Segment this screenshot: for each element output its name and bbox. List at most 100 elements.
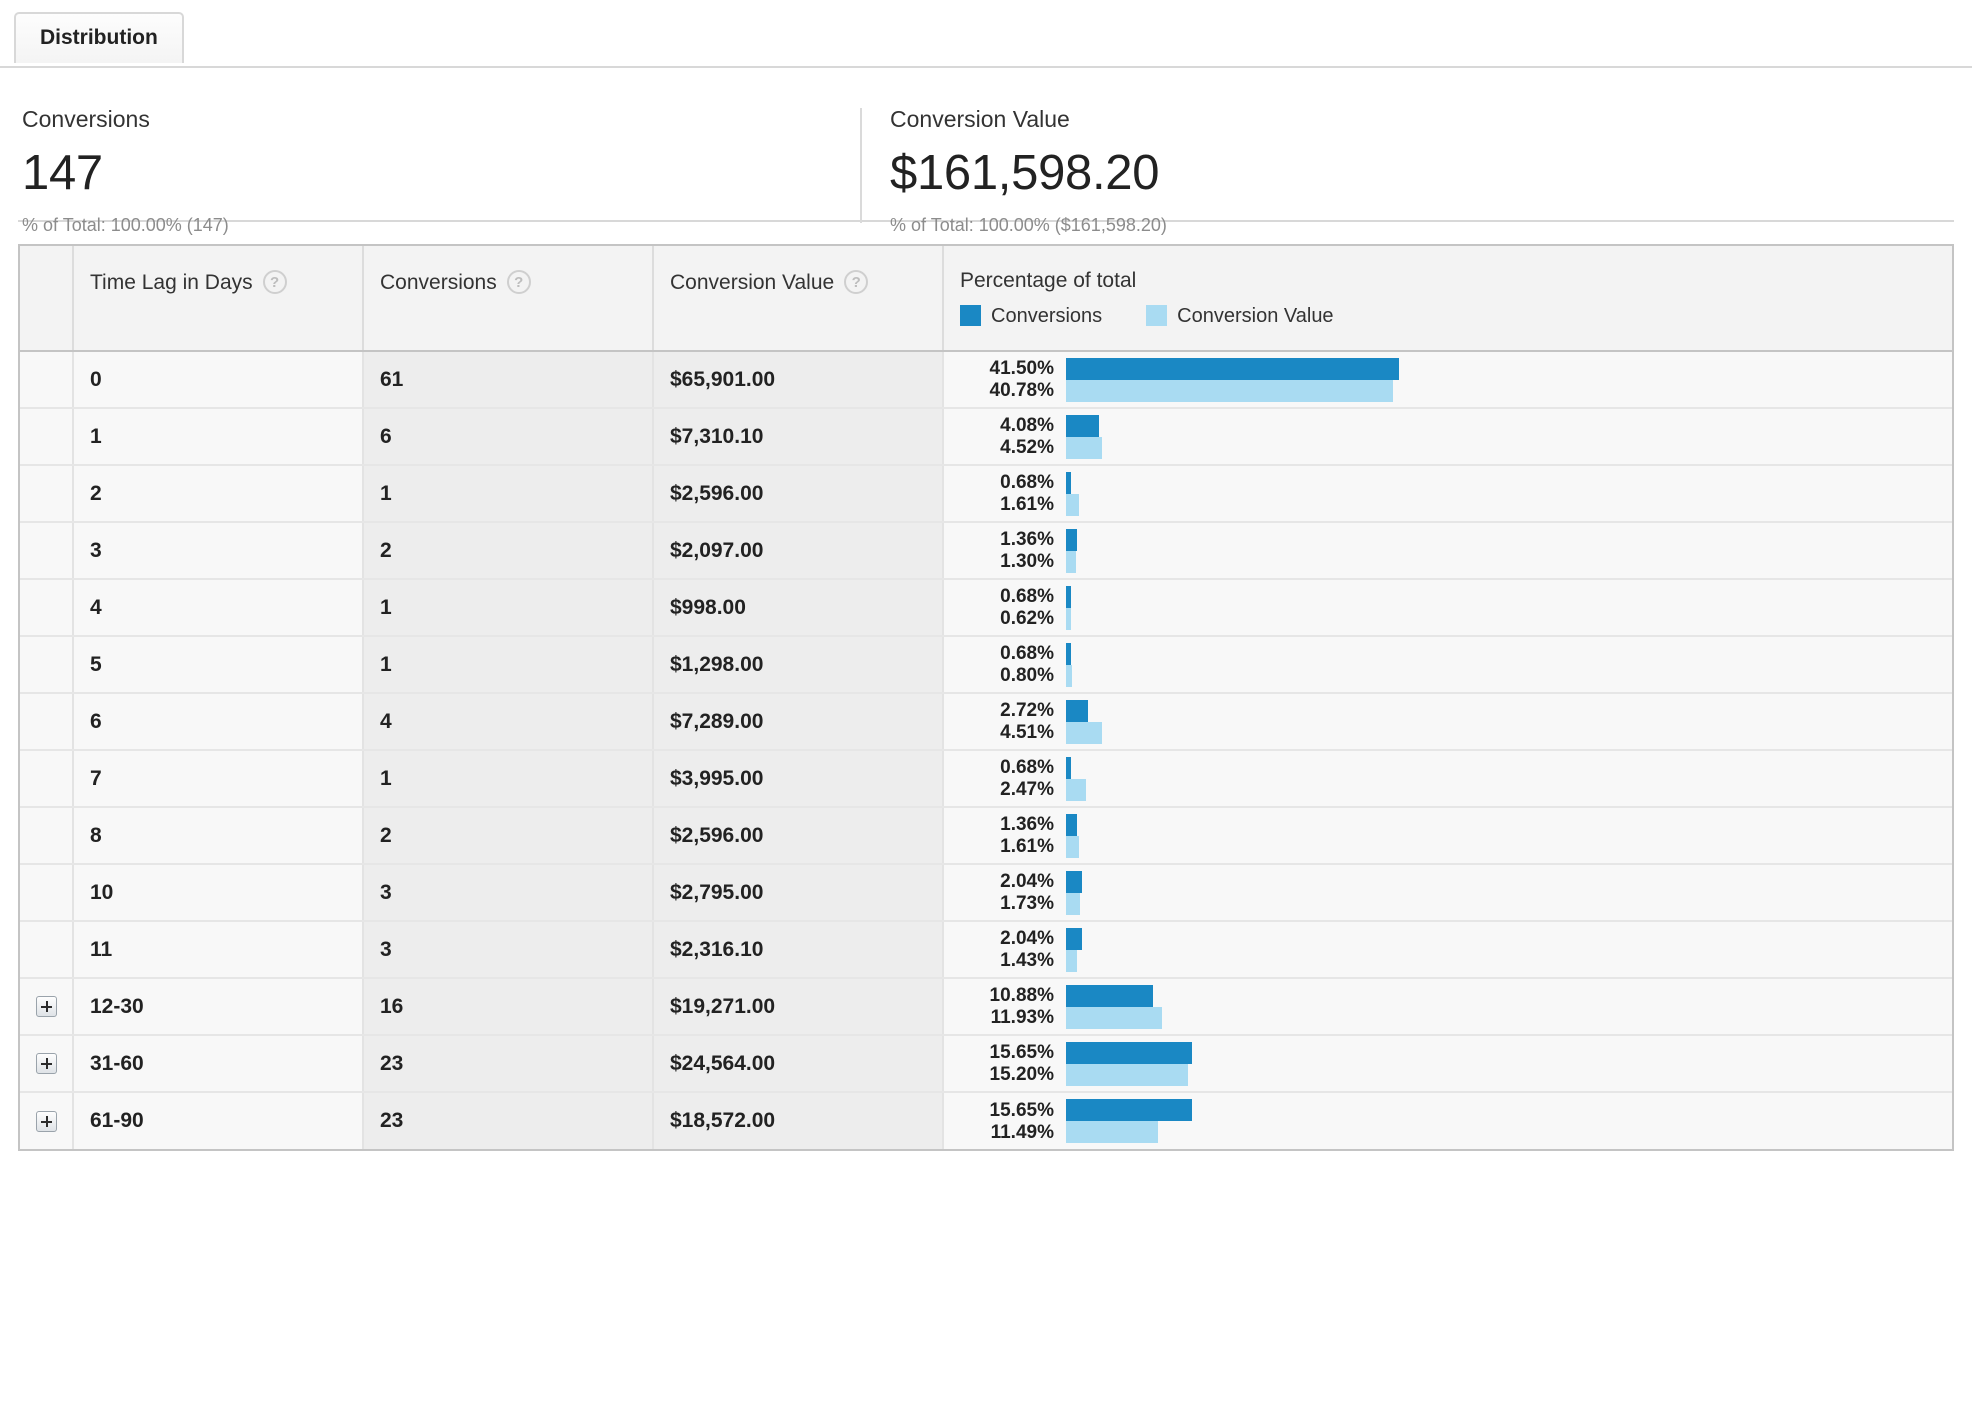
- percent-label-conversion-value: 11.93%: [990, 1007, 1054, 1028]
- cell-conversions: 23: [363, 1092, 654, 1149]
- cell-time-lag-in-days: 11: [73, 921, 364, 979]
- metric-conversion-value-percent-of-total: % of Total: 100.00% ($161,598.20): [890, 215, 1167, 235]
- expand-plus-icon[interactable]: [35, 1053, 57, 1075]
- column-header-percentage-label: Percentage of total: [960, 269, 1137, 292]
- help-icon-conversion-value[interactable]: ?: [844, 270, 869, 294]
- row-expander-cell[interactable]: [20, 978, 74, 1036]
- percentage-bar-line: 15.20%: [954, 1063, 1952, 1086]
- percent-label-conversions: 0.68%: [1000, 586, 1054, 607]
- cell-conversions: 3: [363, 921, 654, 979]
- percentage-bar-line: 1.73%: [954, 892, 1952, 915]
- distribution-table: Time Lag in Days ? Conversions ? Convers…: [20, 246, 1952, 1149]
- summary-metrics: Conversions 147 % of Total: 100.00% (147…: [0, 68, 1972, 235]
- column-header-time-lag[interactable]: Time Lag in Days ?: [73, 246, 364, 352]
- percentage-bar-group: 4.08% 4.52%: [944, 409, 1952, 464]
- percentage-bar-line: 41.50%: [954, 357, 1952, 380]
- cell-percentage-of-total: 41.50% 40.78%: [943, 351, 1952, 409]
- cell-time-lag-in-days: 5: [73, 636, 364, 694]
- percentage-bar-line: 15.65%: [954, 1041, 1952, 1064]
- legend-label-conversion-value: Conversion Value: [1177, 304, 1334, 327]
- cell-time-lag-in-days: 1: [73, 408, 364, 466]
- metric-conversion-value-value: $161,598.20: [890, 146, 1160, 200]
- cell-time-lag-in-days: 10: [73, 864, 364, 922]
- cell-conversions: 6: [363, 408, 654, 466]
- cell-time-lag-in-days: 4: [73, 579, 364, 637]
- table-row: 61-90 23 $18,572.00 15.65% 11.49%: [20, 1092, 1952, 1149]
- percent-label-conversion-value: 0.80%: [1000, 665, 1054, 686]
- expand-plus-icon[interactable]: [35, 996, 57, 1018]
- cell-conversion-value: $19,271.00: [653, 978, 944, 1036]
- cell-conversion-value: $7,310.10: [653, 408, 944, 466]
- cell-conversions: 1: [363, 465, 654, 523]
- row-expander-cell: [20, 864, 74, 922]
- table-row: 31-60 23 $24,564.00 15.65% 15.20%: [20, 1035, 1952, 1093]
- percentage-bar-group: 15.65% 11.49%: [944, 1093, 1952, 1149]
- row-expander-cell[interactable]: [20, 1035, 74, 1093]
- percent-label-conversions: 10.88%: [989, 985, 1054, 1006]
- table-row: 7 1 $3,995.00 0.68% 2.47%: [20, 750, 1952, 808]
- percent-label-conversion-value: 0.62%: [1000, 608, 1054, 629]
- cell-conversion-value: $1,298.00: [653, 636, 944, 694]
- row-expander-cell: [20, 693, 74, 751]
- metric-conversions-value: 147: [22, 146, 103, 200]
- row-expander-cell: [20, 636, 74, 694]
- bar-conversions: [1066, 1099, 1192, 1121]
- metric-conversions: Conversions 147 % of Total: 100.00% (147…: [0, 108, 860, 235]
- bar-conversions: [1066, 585, 1072, 608]
- table-row: 2 1 $2,596.00 0.68% 1.61%: [20, 465, 1952, 523]
- row-expander-cell: [20, 465, 74, 523]
- percent-label-conversions: 0.68%: [1000, 643, 1054, 664]
- row-expander-cell[interactable]: [20, 1092, 74, 1149]
- cell-conversion-value: $2,596.00: [653, 465, 944, 523]
- percent-label-conversions: 15.65%: [989, 1099, 1054, 1121]
- cell-conversions: 1: [363, 750, 654, 808]
- percent-label-conversion-value: 15.20%: [989, 1064, 1054, 1085]
- percentage-bar-line: 10.88%: [954, 984, 1952, 1007]
- metric-conversions-percent-of-total: % of Total: 100.00% (147): [22, 215, 229, 235]
- percentage-bar-group: 2.04% 1.43%: [944, 922, 1952, 977]
- percent-label-conversions: 41.50%: [989, 358, 1054, 379]
- table-row: 1 6 $7,310.10 4.08% 4.52%: [20, 408, 1952, 466]
- cell-conversions: 16: [363, 978, 654, 1036]
- column-header-conversions[interactable]: Conversions ?: [363, 246, 654, 352]
- percentage-bar-line: 0.68%: [954, 642, 1952, 665]
- cell-percentage-of-total: 0.68% 0.80%: [943, 636, 1952, 694]
- cell-conversions: 61: [363, 351, 654, 409]
- percent-label-conversions: 2.04%: [1000, 871, 1054, 892]
- cell-time-lag-in-days: 61-90: [73, 1092, 364, 1149]
- percent-label-conversion-value: 1.61%: [1000, 494, 1054, 515]
- percent-label-conversion-value: 1.73%: [1000, 893, 1054, 914]
- table-header-row: Time Lag in Days ? Conversions ? Convers…: [20, 246, 1952, 352]
- column-header-conversions-label: Conversions: [380, 270, 497, 294]
- percentage-bar-line: 11.49%: [954, 1121, 1952, 1143]
- cell-percentage-of-total: 10.88% 11.93%: [943, 978, 1952, 1036]
- column-header-conversion-value[interactable]: Conversion Value ?: [653, 246, 944, 352]
- bar-conversion-value: [1066, 436, 1103, 459]
- percentage-bar-line: 0.68%: [954, 585, 1952, 608]
- tab-distribution[interactable]: Distribution: [14, 12, 184, 66]
- bar-conversions: [1066, 528, 1077, 551]
- percentage-bar-line: 4.52%: [954, 436, 1952, 459]
- table-row: 0 61 $65,901.00 41.50% 40.78%: [20, 351, 1952, 409]
- help-icon-time-lag[interactable]: ?: [262, 270, 287, 294]
- cell-percentage-of-total: 0.68% 1.61%: [943, 465, 1952, 523]
- row-expander-cell: [20, 750, 74, 808]
- row-expander-cell: [20, 921, 74, 979]
- tab-strip: Distribution: [0, 0, 1972, 68]
- cell-conversion-value: $2,795.00: [653, 864, 944, 922]
- percent-label-conversion-value: 2.47%: [1000, 779, 1054, 800]
- percent-label-conversion-value: 11.49%: [990, 1121, 1054, 1143]
- help-icon-conversions[interactable]: ?: [506, 270, 531, 294]
- percentage-bar-line: 0.62%: [954, 607, 1952, 630]
- cell-time-lag-in-days: 2: [73, 465, 364, 523]
- cell-conversion-value: $24,564.00: [653, 1035, 944, 1093]
- percent-label-conversions: 0.68%: [1000, 757, 1054, 778]
- percentage-bar-line: 1.30%: [954, 550, 1952, 573]
- percentage-bar-line: 2.04%: [954, 870, 1952, 893]
- percentage-bar-line: 11.93%: [954, 1006, 1952, 1029]
- column-header-percentage-of-total: Percentage of total Conversions Conversi…: [943, 246, 1952, 352]
- cell-conversion-value: $7,289.00: [653, 693, 944, 751]
- column-header-expander: [20, 246, 74, 352]
- bar-conversions: [1066, 984, 1154, 1007]
- expand-plus-icon[interactable]: [35, 1110, 57, 1132]
